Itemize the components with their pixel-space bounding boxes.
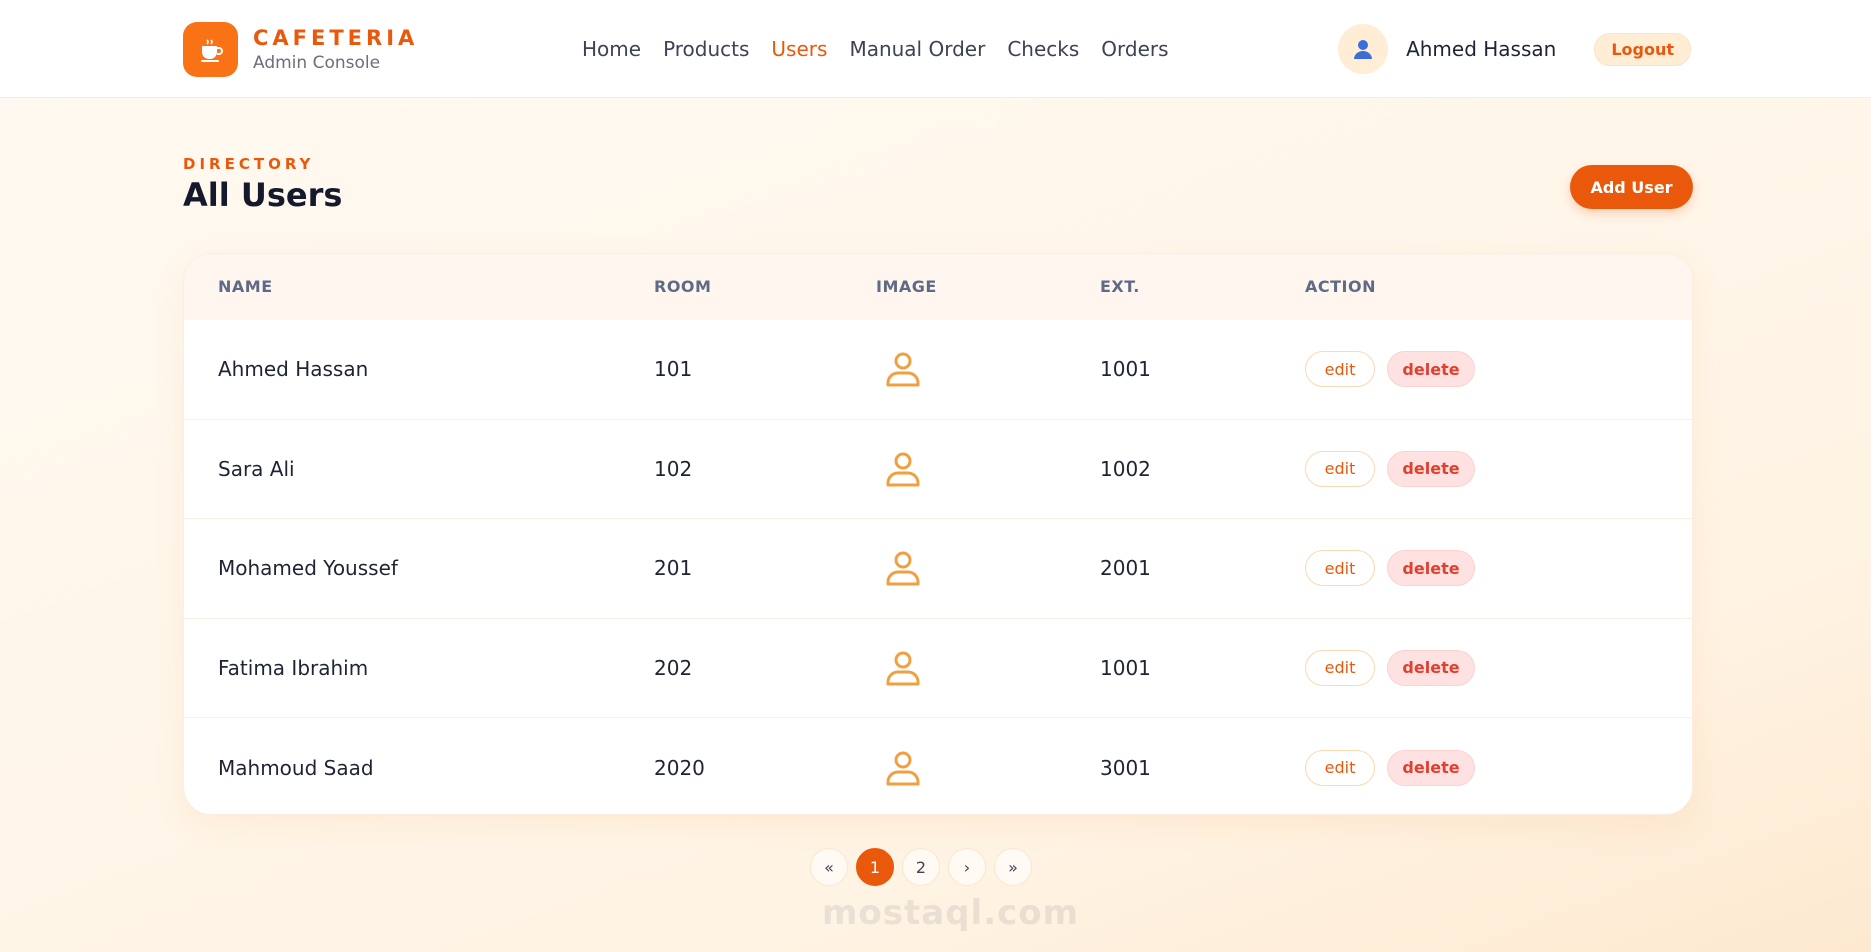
- action-cell: edit delete: [1305, 320, 1475, 419]
- pagination-next-button[interactable]: ›: [948, 848, 986, 886]
- user-placeholder-icon: [883, 320, 923, 419]
- users-table: NAME ROOM IMAGE EXT. ACTION Ahmed Hassan…: [183, 253, 1693, 815]
- nav-users[interactable]: Users: [771, 34, 827, 64]
- action-cell: edit delete: [1305, 718, 1475, 814]
- table-row: Mahmoud Saad 2020 3001 edit delete: [184, 718, 1692, 814]
- ext-cell: 2001: [1100, 556, 1151, 581]
- ext-cell: 1001: [1100, 357, 1151, 382]
- nav-manual-order[interactable]: Manual Order: [849, 34, 985, 64]
- delete-button[interactable]: delete: [1387, 351, 1475, 388]
- delete-button[interactable]: delete: [1387, 749, 1475, 786]
- user-placeholder-icon: [883, 519, 923, 618]
- edit-button[interactable]: edit: [1305, 351, 1375, 388]
- ext-cell: 1001: [1100, 655, 1151, 680]
- pagination-last-button[interactable]: »: [994, 848, 1032, 886]
- table-row: Sara Ali 102 1002 edit delete: [184, 420, 1692, 519]
- user-name-cell: Mahmoud Saad: [218, 755, 374, 780]
- top-navigation-bar: CAFETERIA Admin Console Home Products Us…: [0, 0, 1871, 98]
- room-cell: 2020: [654, 755, 705, 780]
- edit-button[interactable]: edit: [1305, 550, 1375, 587]
- header-image: IMAGE: [876, 277, 937, 296]
- table-row: Fatima Ibrahim 202 1001 edit delete: [184, 619, 1692, 718]
- user-name-cell: Fatima Ibrahim: [218, 655, 369, 680]
- table-header: NAME ROOM IMAGE EXT. ACTION: [184, 254, 1692, 320]
- room-cell: 102: [654, 456, 693, 481]
- nav-checks[interactable]: Checks: [1007, 34, 1079, 64]
- user-avatar-icon: [1338, 24, 1389, 74]
- header-room: ROOM: [654, 277, 712, 296]
- logout-button[interactable]: Logout: [1594, 32, 1691, 66]
- user-menu: Ahmed Hassan Logout: [1338, 24, 1691, 74]
- ext-cell: 1002: [1100, 456, 1151, 481]
- user-placeholder-icon: [883, 619, 923, 718]
- delete-button[interactable]: delete: [1387, 550, 1475, 587]
- delete-button[interactable]: delete: [1387, 450, 1475, 487]
- pagination-first-button[interactable]: «: [810, 848, 848, 886]
- user-name: Ahmed Hassan: [1406, 37, 1557, 61]
- table-row: Ahmed Hassan 101 1001 edit delete: [184, 320, 1692, 420]
- action-cell: edit delete: [1305, 619, 1475, 718]
- user-placeholder-icon: [883, 718, 923, 814]
- watermark: mostaql.com: [822, 893, 1080, 933]
- room-cell: 202: [654, 655, 693, 680]
- edit-button[interactable]: edit: [1305, 649, 1375, 686]
- user-placeholder-icon: [883, 420, 923, 519]
- edit-button[interactable]: edit: [1305, 450, 1375, 487]
- table-row: Mohamed Youssef 201 2001 edit delete: [184, 519, 1692, 619]
- nav-home[interactable]: Home: [582, 34, 641, 64]
- brand-subtitle: Admin Console: [253, 53, 381, 73]
- nav-products[interactable]: Products: [663, 34, 749, 64]
- header-name: NAME: [218, 277, 273, 296]
- header-ext: EXT.: [1100, 277, 1140, 296]
- ext-cell: 3001: [1100, 755, 1151, 780]
- page-eyebrow: DIRECTORY: [183, 155, 315, 173]
- delete-button[interactable]: delete: [1387, 649, 1475, 686]
- page-title: All Users: [183, 176, 343, 214]
- pagination-page-1[interactable]: 1: [856, 848, 894, 886]
- add-user-button[interactable]: Add User: [1570, 165, 1693, 209]
- action-cell: edit delete: [1305, 519, 1475, 618]
- action-cell: edit delete: [1305, 420, 1475, 519]
- header-action: ACTION: [1305, 277, 1376, 296]
- room-cell: 201: [654, 556, 693, 581]
- user-name-cell: Sara Ali: [218, 456, 295, 481]
- room-cell: 101: [654, 357, 693, 382]
- user-name-cell: Mohamed Youssef: [218, 556, 398, 581]
- coffee-cup-icon: [183, 22, 238, 77]
- pagination-page-2[interactable]: 2: [902, 848, 940, 886]
- pagination: « 1 2 › »: [810, 848, 1032, 886]
- brand-name: CAFETERIA: [253, 26, 419, 50]
- nav-orders[interactable]: Orders: [1101, 34, 1168, 64]
- edit-button[interactable]: edit: [1305, 749, 1375, 786]
- main-nav: Home Products Users Manual Order Checks …: [582, 34, 1169, 64]
- brand[interactable]: CAFETERIA Admin Console: [183, 22, 418, 77]
- user-name-cell: Ahmed Hassan: [218, 357, 369, 382]
